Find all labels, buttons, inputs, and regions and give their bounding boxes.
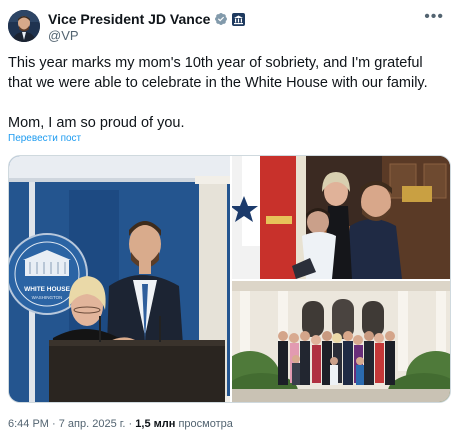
- post-meta: 6:44 PM · 7 апр. 2025 г. · 1,5 млн просм…: [8, 418, 233, 430]
- seal-text-line2: WASHINGTON: [32, 295, 63, 300]
- post-time[interactable]: 6:44 PM: [8, 418, 49, 430]
- government-badge-icon[interactable]: [232, 12, 246, 26]
- author-handle[interactable]: @VP: [48, 28, 79, 43]
- meta-separator-2: ·: [125, 418, 136, 430]
- more-options-icon[interactable]: •••: [424, 8, 444, 26]
- translate-post-link[interactable]: Перевести пост: [8, 133, 81, 144]
- views-count: 1,5 млн: [135, 418, 176, 430]
- post-paragraph-2: Mom, I am so proud of you.: [8, 115, 185, 131]
- photo-family-hug[interactable]: [232, 156, 450, 279]
- media-grid: WHITE HOUSE WASHINGTON: [8, 155, 451, 403]
- photo-press-briefing[interactable]: WHITE HOUSE WASHINGTON: [9, 156, 230, 402]
- author-name[interactable]: Vice President JD Vance: [48, 11, 210, 27]
- avatar[interactable]: [8, 10, 40, 42]
- post-paragraph-1: This year marks my mom's 10th year of so…: [8, 55, 428, 91]
- views-label: просмотра: [178, 418, 233, 430]
- tweet: Vice President JD Vance @VP ••• This yea…: [0, 0, 456, 440]
- post-text: This year marks my mom's 10th year of so…: [8, 53, 448, 133]
- verified-badge-icon[interactable]: [214, 12, 228, 26]
- seal-text-line1: WHITE HOUSE: [24, 286, 71, 293]
- photo-family-group[interactable]: [232, 281, 450, 402]
- author-name-row: Vice President JD Vance: [48, 10, 246, 28]
- meta-separator: ·: [48, 418, 59, 430]
- post-date[interactable]: 7 апр. 2025 г.: [59, 418, 126, 430]
